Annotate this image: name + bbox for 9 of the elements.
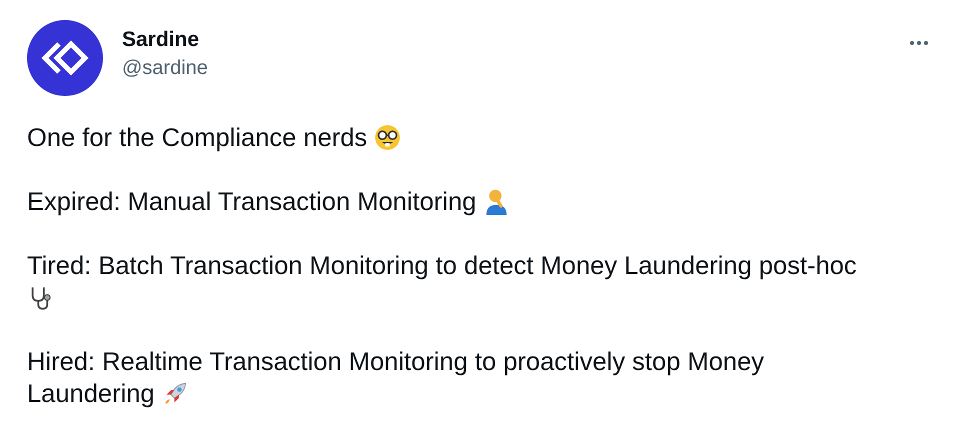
- tweet-text: Expired: Manual Transaction Monitoring: [27, 186, 872, 218]
- author-handle[interactable]: @sardine: [122, 54, 208, 82]
- more-options-icon[interactable]: [908, 40, 930, 46]
- author-name[interactable]: Sardine: [122, 26, 208, 54]
- avatar-logo[interactable]: [27, 20, 103, 96]
- tweet-text: Hired: Realtime Transaction Monitoring to proactively stop Money Laundering: [27, 347, 765, 410]
- nerd-face-icon: [374, 124, 402, 151]
- tweet-text: One for the Compliance nerds: [27, 122, 872, 154]
- tweet-text: Tired: Batch Transaction Monitoring to detect Money Laundering post-hoc: [27, 250, 872, 314]
